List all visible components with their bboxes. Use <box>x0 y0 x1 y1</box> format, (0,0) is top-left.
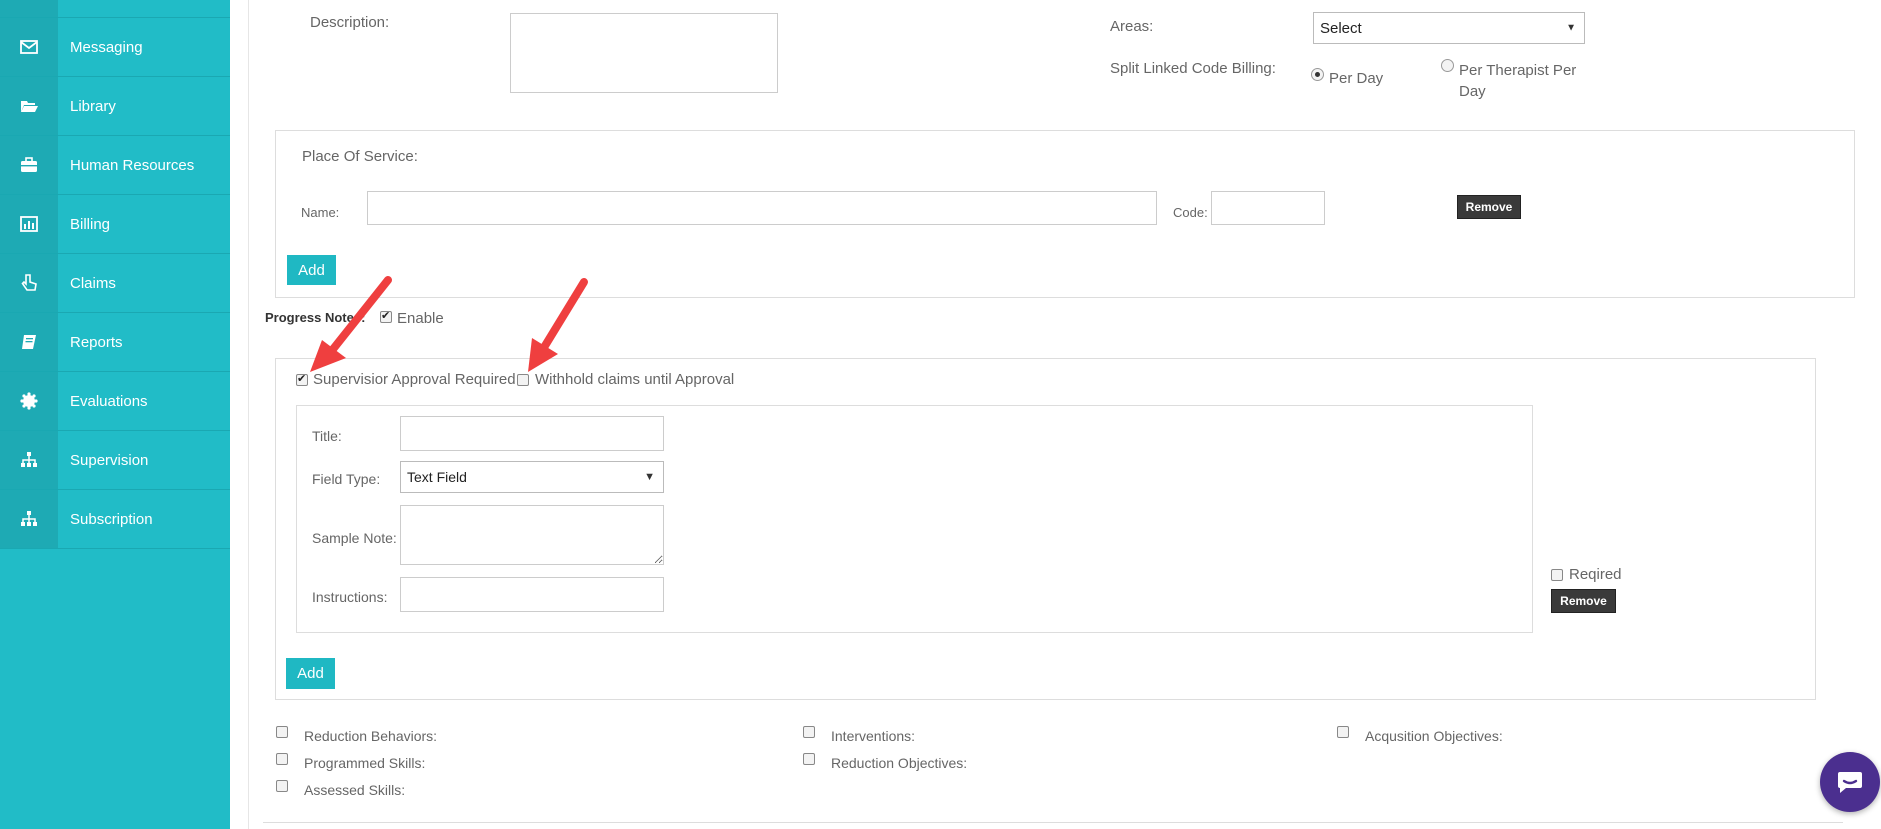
areas-select[interactable]: Select ▼ <box>1313 12 1585 44</box>
chevron-down-icon: ▼ <box>1566 22 1576 34</box>
programmed-skills-checkbox[interactable] <box>276 753 288 765</box>
per-therapist-label: Per Therapist Per Day <box>1459 62 1577 100</box>
pos-code-input[interactable] <box>1211 191 1325 225</box>
briefcase-icon <box>21 157 37 172</box>
sidebar-item-label: Messaging <box>70 38 143 56</box>
envelope-icon <box>20 40 38 54</box>
description-textarea[interactable] <box>510 13 778 93</box>
book-icon <box>22 335 36 349</box>
acquisition-objectives-checkbox[interactable] <box>1337 726 1349 738</box>
field-title-input[interactable] <box>400 416 664 451</box>
field-add-label: Add <box>297 665 324 682</box>
sitemap-icon <box>21 452 37 467</box>
reduction-behaviors-checkbox[interactable] <box>276 726 288 738</box>
field-remove-label: Remove <box>1560 594 1607 608</box>
sidebar-item-messaging[interactable]: Messaging <box>0 18 230 77</box>
sitemap-icon <box>21 511 37 526</box>
sidebar-item-evaluations[interactable]: Evaluations <box>0 372 230 431</box>
sidebar: Messaging Library Human Resources Billin… <box>0 0 230 829</box>
reduction-behaviors-label: Reduction Behaviors: <box>304 728 438 744</box>
instructions-label: Instructions: <box>312 589 388 605</box>
field-type-label: Field Type: <box>312 471 381 487</box>
sidebar-top-item[interactable] <box>0 0 230 18</box>
instructions-input[interactable] <box>400 577 664 612</box>
section-divider <box>263 822 1843 823</box>
sidebar-item-label: Library <box>70 97 116 115</box>
bar-chart-icon <box>20 216 38 232</box>
sidebar-item-label: Billing <box>70 215 111 233</box>
pos-code-label: Code: <box>1173 205 1208 220</box>
pos-name-label: Name: <box>301 205 340 220</box>
description-label: Description: <box>310 14 390 31</box>
required-label: Reqired <box>1569 566 1622 583</box>
split-billing-label: Split Linked Code Billing: <box>1110 60 1276 77</box>
acquisition-objectives-label: Acqusition Objectives: <box>1365 728 1503 744</box>
assessed-skills-label: Assessed Skills: <box>304 782 406 798</box>
interventions-checkbox[interactable] <box>803 726 815 738</box>
sidebar-item-subscription[interactable]: Subscription <box>0 490 230 549</box>
sidebar-item-human-resources[interactable]: Human Resources <box>0 136 230 195</box>
field-type-select-value: Text Field <box>407 469 467 485</box>
hand-pointer-icon <box>21 274 37 291</box>
sidebar-item-reports[interactable]: Reports <box>0 313 230 372</box>
sidebar-item-label: Reports <box>70 333 123 351</box>
sidebar-item-supervision[interactable]: Supervision <box>0 431 230 490</box>
field-add-button[interactable]: Add <box>286 658 335 689</box>
sidebar-item-claims[interactable]: Claims <box>0 254 230 313</box>
areas-label: Areas: <box>1110 18 1154 35</box>
programmed-skills-label: Programmed Skills: <box>304 755 426 771</box>
assessed-skills-checkbox[interactable] <box>276 780 288 792</box>
sidebar-item-library[interactable]: Library <box>0 77 230 136</box>
sample-note-label: Sample Note: <box>312 530 397 546</box>
sidebar-item-billing[interactable]: Billing <box>0 195 230 254</box>
sidebar-item-label: Supervision <box>70 451 149 469</box>
sidebar-item-label: Subscription <box>70 510 153 528</box>
per-day-label: Per Day <box>1329 70 1384 87</box>
per-day-radio[interactable] <box>1311 68 1324 81</box>
chevron-down-icon: ▼ <box>644 471 655 483</box>
reduction-objectives-label: Reduction Objectives: <box>831 755 968 771</box>
sidebar-item-label: Evaluations <box>70 392 148 410</box>
reduction-objectives-checkbox[interactable] <box>803 753 815 765</box>
field-remove-button[interactable]: Remove <box>1551 589 1616 613</box>
required-checkbox[interactable] <box>1551 569 1563 581</box>
content-divider <box>248 0 249 829</box>
sidebar-item-label: Claims <box>70 274 116 292</box>
chat-icon <box>1838 772 1862 793</box>
pos-name-input[interactable] <box>367 191 1157 225</box>
place-of-service-title: Place Of Service: <box>302 148 418 165</box>
folder-open-icon <box>21 101 38 112</box>
sidebar-item-label: Human Resources <box>70 156 195 174</box>
pos-remove-label: Remove <box>1465 200 1513 214</box>
areas-select-value: Select <box>1320 19 1362 37</box>
annotation-arrow-icon <box>310 276 392 372</box>
chat-launcher-button[interactable] <box>1820 752 1880 812</box>
pos-remove-button[interactable]: Remove <box>1457 195 1521 219</box>
interventions-label: Interventions: <box>831 728 916 744</box>
sample-note-textarea[interactable] <box>400 505 664 565</box>
annotation-arrow-icon <box>528 278 588 372</box>
field-type-select[interactable]: Text Field ▼ <box>400 461 664 493</box>
per-therapist-radio[interactable] <box>1441 59 1454 72</box>
field-title-label: Title: <box>312 428 342 444</box>
certificate-icon <box>20 392 38 410</box>
